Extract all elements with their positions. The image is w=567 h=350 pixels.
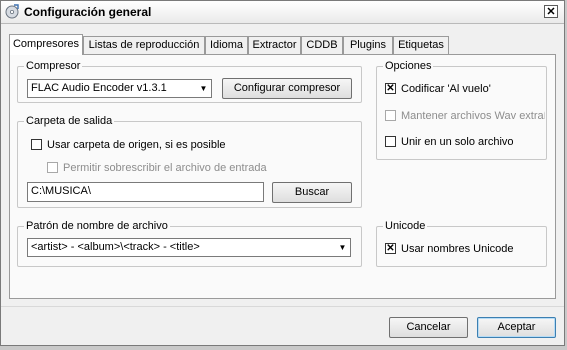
use-source-folder-checkbox[interactable]: Usar carpeta de origen, si es posible	[31, 138, 331, 152]
disc-icon	[5, 4, 19, 19]
tab-label: Extractor	[252, 39, 297, 51]
browse-button[interactable]: Buscar	[272, 182, 352, 203]
encode-on-fly-checkbox[interactable]: ✕ Codificar 'Al vuelo'	[385, 82, 545, 96]
use-unicode-checkbox[interactable]: ✕ Usar nombres Unicode	[385, 242, 545, 256]
checkbox-box	[47, 162, 58, 173]
use-unicode-label: Usar nombres Unicode	[401, 243, 514, 255]
checkbox-box	[31, 139, 42, 150]
tab-label: Idioma	[209, 39, 244, 51]
checkmark-icon: ✕	[385, 83, 396, 94]
keep-wav-checkbox: Mantener archivos Wav extraídos	[385, 109, 545, 123]
output-folder-legend: Carpeta de salida	[26, 115, 113, 127]
compressor-legend: Compresor	[26, 60, 81, 72]
checkbox-box	[385, 136, 396, 147]
tab-cddb[interactable]: CDDB	[301, 36, 343, 54]
filename-pattern-select[interactable]: <artist> - <album>\<track> - <title> ▼	[27, 238, 351, 257]
tab-panel-compresores: Compresor FLAC Audio Encoder v1.3.1 ▼ Co…	[9, 54, 556, 299]
allow-overwrite-checkbox: Permitir sobrescribir el archivo de entr…	[47, 161, 347, 175]
accept-button[interactable]: Aceptar	[477, 317, 556, 338]
filename-pattern-selected: <artist> - <album>\<track> - <title>	[31, 241, 200, 253]
window-title: Configuración general	[24, 5, 152, 19]
tab-listas-de-reproduccion[interactable]: Listas de reproducción	[83, 36, 205, 54]
single-file-checkbox[interactable]: Unir en un solo archivo	[385, 135, 545, 149]
checkmark-icon: ✕	[385, 243, 396, 254]
chevron-down-icon: ▼	[338, 243, 347, 252]
configure-compressor-button[interactable]: Configurar compresor	[222, 78, 352, 99]
chevron-down-icon: ▼	[199, 84, 208, 93]
background-strip	[0, 346, 567, 350]
checkbox-box	[385, 110, 396, 121]
compressor-select[interactable]: FLAC Audio Encoder v1.3.1 ▼	[27, 79, 212, 98]
tab-extractor[interactable]: Extractor	[248, 36, 301, 54]
tab-label: CDDB	[306, 39, 338, 51]
options-legend: Opciones	[385, 60, 432, 72]
tab-plugins[interactable]: Plugins	[343, 36, 393, 54]
title-bar[interactable]: Configuración general ✕	[1, 1, 564, 24]
cancel-button[interactable]: Cancelar	[389, 317, 468, 338]
use-source-folder-label: Usar carpeta de origen, si es posible	[47, 139, 226, 151]
unicode-legend: Unicode	[385, 220, 426, 232]
tab-label: Plugins	[349, 39, 387, 51]
config-window: Configuración general ✕ Compresores List…	[0, 0, 565, 346]
output-path-input[interactable]: C:\MUSICA\	[27, 182, 264, 202]
tab-label: Compresores	[12, 38, 80, 50]
close-icon: ✕	[546, 6, 556, 18]
tab-label: Listas de reproducción	[88, 39, 200, 51]
footer-divider	[1, 306, 564, 307]
tab-label: Etiquetas	[398, 39, 444, 51]
filename-pattern-legend: Patrón de nombre de archivo	[26, 220, 168, 232]
allow-overwrite-label: Permitir sobrescribir el archivo de entr…	[63, 162, 267, 174]
tab-idioma[interactable]: Idioma	[205, 36, 248, 54]
tab-etiquetas[interactable]: Etiquetas	[393, 36, 449, 54]
encode-on-fly-label: Codificar 'Al vuelo'	[401, 83, 491, 95]
keep-wav-label: Mantener archivos Wav extraídos	[401, 110, 545, 122]
single-file-label: Unir en un solo archivo	[401, 136, 514, 148]
compressor-selected: FLAC Audio Encoder v1.3.1	[31, 82, 167, 94]
tab-compresores[interactable]: Compresores	[9, 34, 83, 55]
close-button[interactable]: ✕	[544, 5, 558, 18]
output-path-value: C:\MUSICA\	[31, 185, 91, 197]
